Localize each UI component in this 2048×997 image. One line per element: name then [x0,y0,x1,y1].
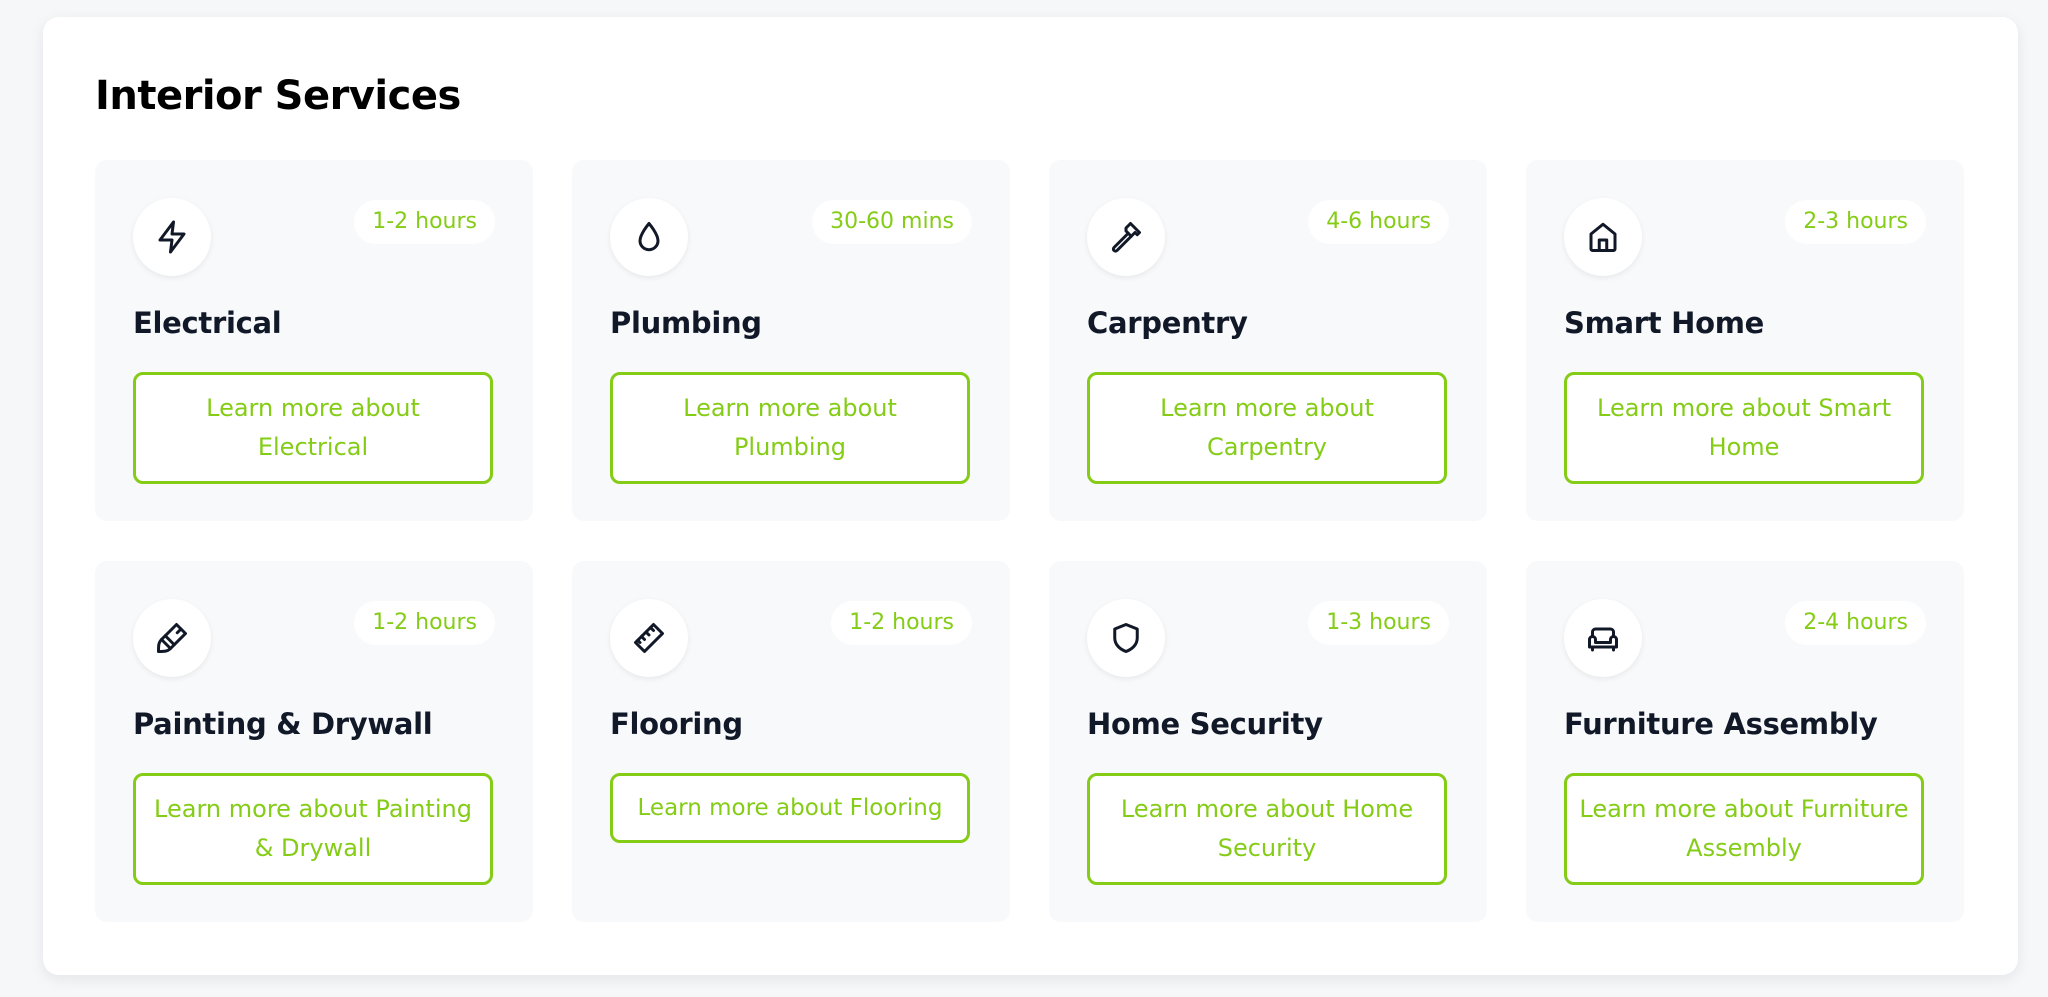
duration-badge: 2-4 hours [1785,601,1926,645]
learn-more-carpentry-button[interactable]: Learn more about Carpentry [1087,372,1447,484]
paintbrush-icon [133,599,211,677]
duration-badge: 1-3 hours [1308,601,1449,645]
services-grid: 1-2 hours Electrical Learn more about El… [95,160,1964,922]
duration-badge: 2-3 hours [1785,200,1926,244]
service-name: Furniture Assembly [1564,707,1878,741]
service-name: Flooring [610,707,743,741]
house-icon [1564,198,1642,276]
service-name: Carpentry [1087,306,1248,340]
service-card-smart-home: 2-3 hours Smart Home Learn more about Sm… [1526,160,1964,521]
service-name: Home Security [1087,707,1323,741]
service-name: Smart Home [1564,306,1765,340]
duration-badge: 1-2 hours [354,200,495,244]
duration-badge: 4-6 hours [1308,200,1449,244]
service-name: Painting & Drywall [133,707,433,741]
learn-more-flooring-button[interactable]: Learn more about Flooring [610,773,970,843]
learn-more-smart-home-button[interactable]: Learn more about Smart Home [1564,372,1924,484]
duration-badge: 1-2 hours [354,601,495,645]
shield-icon [1087,599,1165,677]
service-name: Plumbing [610,306,762,340]
learn-more-electrical-button[interactable]: Learn more about Electrical [133,372,493,484]
learn-more-plumbing-button[interactable]: Learn more about Plumbing [610,372,970,484]
learn-more-painting-drywall-button[interactable]: Learn more about Painting & Drywall [133,773,493,885]
hammer-icon [1087,198,1165,276]
ruler-icon [610,599,688,677]
sofa-icon [1564,599,1642,677]
services-panel: Interior Services 1-2 hours Electrical L… [43,17,2018,975]
lightning-bolt-icon [133,198,211,276]
service-card-painting-drywall: 1-2 hours Painting & Drywall Learn more … [95,561,533,922]
service-card-carpentry: 4-6 hours Carpentry Learn more about Car… [1049,160,1487,521]
service-card-electrical: 1-2 hours Electrical Learn more about El… [95,160,533,521]
service-card-furniture-assembly: 2-4 hours Furniture Assembly Learn more … [1526,561,1964,922]
learn-more-home-security-button[interactable]: Learn more about Home Security [1087,773,1447,885]
learn-more-furniture-assembly-button[interactable]: Learn more about Furniture Assembly [1564,773,1924,885]
service-name: Electrical [133,306,282,340]
water-drop-icon [610,198,688,276]
service-card-plumbing: 30-60 mins Plumbing Learn more about Plu… [572,160,1010,521]
duration-badge: 30-60 mins [812,200,972,244]
service-card-flooring: 1-2 hours Flooring Learn more about Floo… [572,561,1010,922]
service-card-home-security: 1-3 hours Home Security Learn more about… [1049,561,1487,922]
duration-badge: 1-2 hours [831,601,972,645]
section-title: Interior Services [95,73,461,119]
